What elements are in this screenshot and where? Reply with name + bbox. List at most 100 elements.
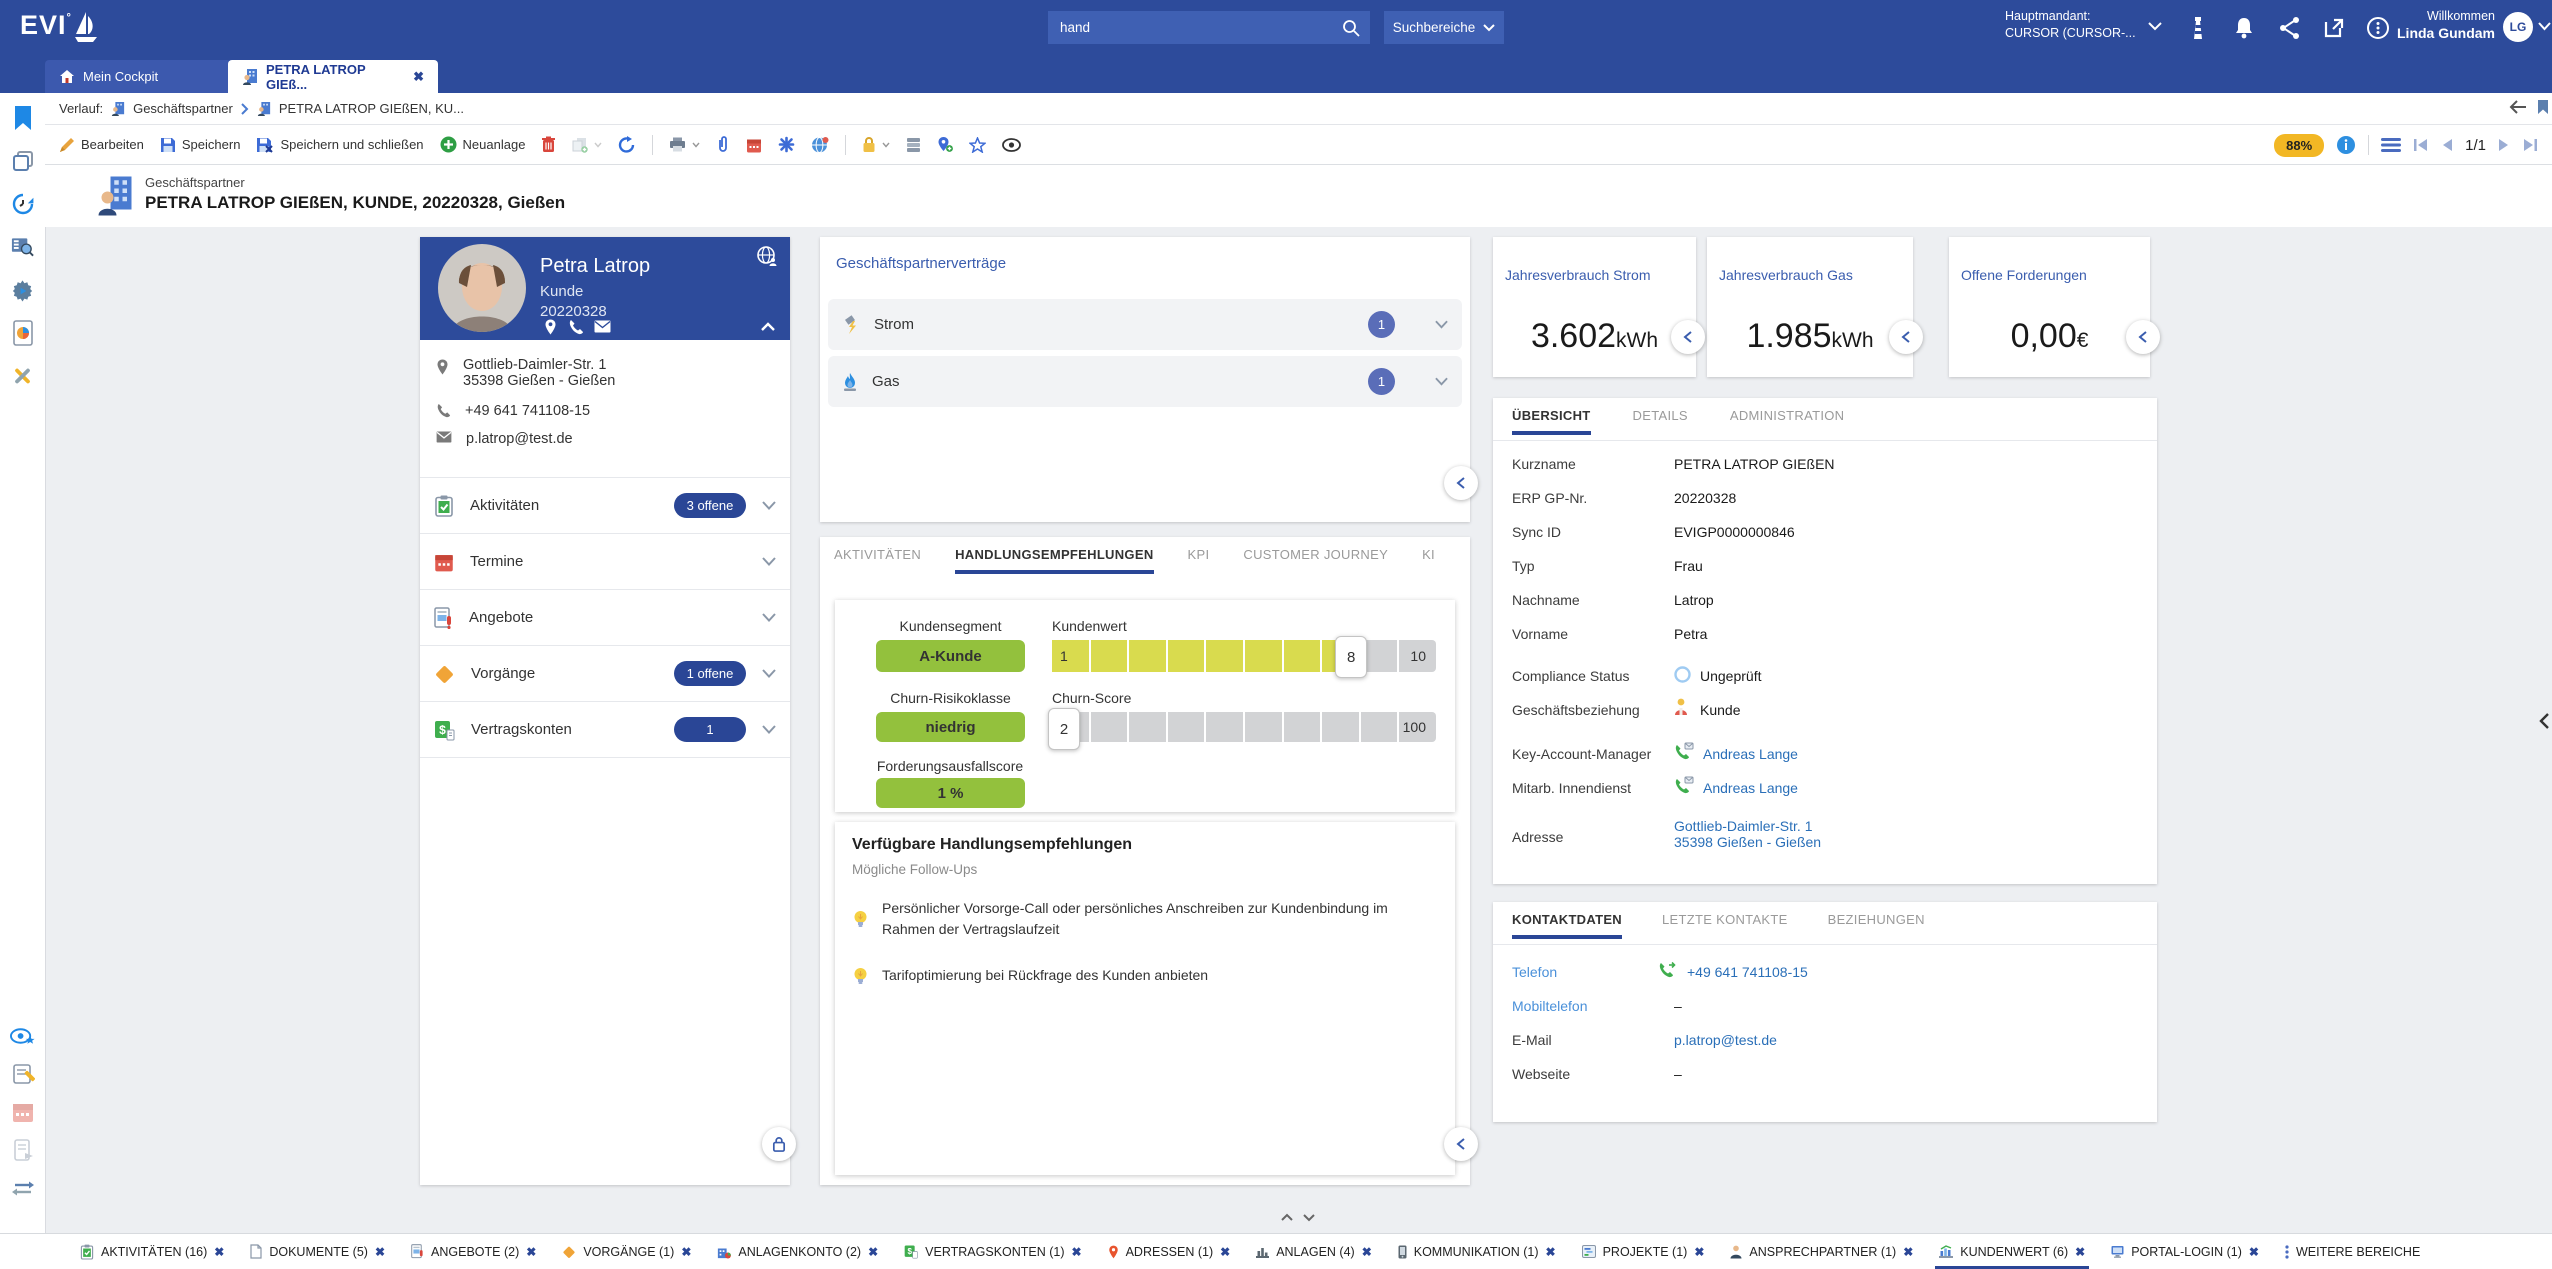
kpi-collapse-button[interactable]	[2126, 320, 2160, 354]
contract-group-gas[interactable]: Gas 1	[828, 356, 1462, 407]
bookmark-icon[interactable]	[10, 105, 35, 130]
chevron-down-icon[interactable]	[762, 557, 776, 566]
pages-icon[interactable]	[10, 148, 35, 173]
calendar-icon[interactable]	[10, 1099, 35, 1124]
tab-kontaktdaten[interactable]: KONTAKTDATEN	[1512, 902, 1622, 939]
info-icon[interactable]	[2336, 135, 2356, 155]
attachment-button[interactable]	[716, 136, 730, 153]
close-icon[interactable]: ✖	[375, 1245, 385, 1259]
chevron-down-icon[interactable]	[762, 725, 776, 734]
chevron-down-icon[interactable]	[1435, 377, 1448, 386]
menu-icon[interactable]	[2381, 137, 2401, 153]
phone-link[interactable]: +49 641 741108-15	[1687, 964, 1808, 980]
close-icon[interactable]: ✖	[868, 1245, 878, 1259]
footer-tab-dokumente[interactable]: DOKUMENTE (5)✖	[250, 1234, 385, 1269]
close-icon[interactable]: ✖	[2075, 1245, 2085, 1259]
data-stack-button[interactable]	[906, 137, 921, 153]
tab-ki[interactable]: KI	[1422, 537, 1435, 574]
close-icon[interactable]: ✖	[1694, 1245, 1704, 1259]
contract-group-strom[interactable]: Strom 1	[828, 299, 1462, 350]
chevron-down-icon[interactable]	[2148, 22, 2162, 31]
tenant-selector[interactable]: Hauptmandant: CURSOR (CURSOR-...	[2005, 8, 2136, 42]
document-export-icon[interactable]	[10, 1137, 35, 1162]
user-avatar[interactable]: LG	[2503, 12, 2533, 42]
back-arrow-icon[interactable]	[2508, 99, 2528, 115]
recommendation-item[interactable]: Persönlicher Vorsorge-Call oder persönli…	[853, 898, 1413, 940]
profile-phone[interactable]: +49 641 741108-15	[436, 403, 590, 419]
save-close-button[interactable]: Speichern und schließen	[256, 137, 423, 153]
delete-button[interactable]	[541, 136, 556, 153]
footer-tab-angebote[interactable]: ANGEBOTE (2)✖	[411, 1234, 536, 1269]
footer-tab-vertragskonten[interactable]: $ VERTRAGSKONTEN (1)✖	[904, 1234, 1081, 1269]
footer-tab-ansprechpartner[interactable]: ANSPRECHPARTNER (1)✖	[1730, 1234, 1913, 1269]
profile-address[interactable]: Gottlieb-Daimler-Str. 1 35398 Gießen - G…	[436, 357, 615, 389]
chevron-down-icon[interactable]	[2538, 22, 2551, 31]
tab-letzte-kontakte[interactable]: LETZTE KONTAKTE	[1662, 902, 1788, 939]
email-icon[interactable]	[594, 319, 611, 334]
save-button[interactable]: Speichern	[160, 137, 241, 153]
edit-button[interactable]: Bearbeiten	[59, 137, 144, 153]
collapse-chevron-up-icon[interactable]	[760, 322, 776, 332]
first-page-icon[interactable]	[2413, 138, 2429, 152]
close-icon[interactable]: ✖	[1903, 1245, 1913, 1259]
web-button[interactable]	[811, 136, 829, 154]
footer-tab-vorgaenge[interactable]: VORGÄNGE (1)✖	[562, 1234, 691, 1269]
search-icon[interactable]	[1342, 19, 1370, 37]
lighthouse-icon[interactable]	[2186, 16, 2210, 40]
footer-tab-anlagenkonto[interactable]: ANLAGENKONTO (2)✖	[717, 1234, 878, 1269]
close-icon[interactable]: ✖	[1362, 1245, 1372, 1259]
tab-uebersicht[interactable]: ÜBERSICHT	[1512, 398, 1591, 435]
chevron-down-icon[interactable]	[762, 501, 776, 510]
print-button[interactable]	[669, 137, 700, 152]
add-location-button[interactable]	[937, 136, 953, 153]
copy-button[interactable]	[572, 137, 602, 153]
watch-button[interactable]	[1002, 138, 1021, 152]
open-external-icon[interactable]	[2322, 16, 2346, 40]
phone-icon[interactable]	[567, 319, 584, 334]
section-vorgaenge[interactable]: Vorgänge 1 offene	[420, 645, 790, 701]
footer-tab-aktivitaeten[interactable]: AKTIVITÄTEN (16)✖	[80, 1234, 224, 1269]
notifications-bell-icon[interactable]	[2232, 16, 2256, 40]
close-icon[interactable]: ✖	[1220, 1245, 1230, 1259]
globe-person-icon[interactable]	[756, 245, 778, 267]
refresh-button[interactable]	[618, 136, 636, 154]
collapse-contracts-button[interactable]	[1444, 466, 1478, 500]
close-icon[interactable]: ✖	[681, 1245, 691, 1259]
kpi-collapse-button[interactable]	[1889, 320, 1923, 354]
chevron-down-icon[interactable]	[762, 669, 776, 678]
report-search-icon[interactable]	[10, 234, 35, 259]
kpi-collapse-button[interactable]	[1671, 320, 1705, 354]
tab-aktivitaeten[interactable]: AKTIVITÄTEN	[834, 537, 921, 574]
close-icon[interactable]: ✖	[1546, 1245, 1556, 1259]
close-icon[interactable]: ✖	[526, 1245, 536, 1259]
more-options-icon[interactable]	[2366, 16, 2390, 40]
section-angebote[interactable]: Angebote	[420, 589, 790, 645]
tab-administration[interactable]: ADMINISTRATION	[1730, 398, 1844, 435]
section-vertragskonten[interactable]: $ Vertragskonten 1	[420, 701, 790, 757]
last-page-icon[interactable]	[2522, 138, 2538, 152]
collapse-insights-button[interactable]	[1444, 1127, 1478, 1161]
collapse-up-icon[interactable]	[1280, 1212, 1294, 1222]
section-termine[interactable]: Termine	[420, 533, 790, 589]
footer-tab-kundenwert[interactable]: KUNDENWERT (6)✖	[1939, 1234, 2085, 1269]
lock-button[interactable]	[862, 136, 890, 153]
profile-email[interactable]: p.latrop@test.de	[436, 431, 573, 447]
section-aktivitaeten[interactable]: Aktivitäten 3 offene	[420, 477, 790, 533]
close-tab-icon[interactable]: ✖	[413, 69, 424, 85]
notes-icon[interactable]	[10, 1061, 35, 1086]
email-link[interactable]: p.latrop@test.de	[1674, 1032, 1777, 1048]
tab-customer-journey[interactable]: CUSTOMER JOURNEY	[1243, 537, 1388, 574]
settings-gear-icon[interactable]	[10, 277, 35, 302]
expand-right-panel-icon[interactable]	[2538, 712, 2550, 730]
report-chart-icon[interactable]	[10, 320, 35, 345]
chevron-down-icon[interactable]	[762, 613, 776, 622]
breadcrumb-item-geschaeftspartner[interactable]: Geschäftspartner	[133, 101, 233, 116]
tab-mein-cockpit[interactable]: Mein Cockpit	[45, 60, 231, 93]
tools-icon[interactable]	[10, 363, 35, 388]
tab-beziehungen[interactable]: BEZIEHUNGEN	[1828, 902, 1925, 939]
history-icon[interactable]	[10, 191, 35, 216]
sync-icon[interactable]	[10, 1175, 35, 1200]
close-icon[interactable]: ✖	[2249, 1245, 2259, 1259]
chevron-down-icon[interactable]	[1435, 320, 1448, 329]
tab-kpi[interactable]: KPI	[1188, 537, 1210, 574]
